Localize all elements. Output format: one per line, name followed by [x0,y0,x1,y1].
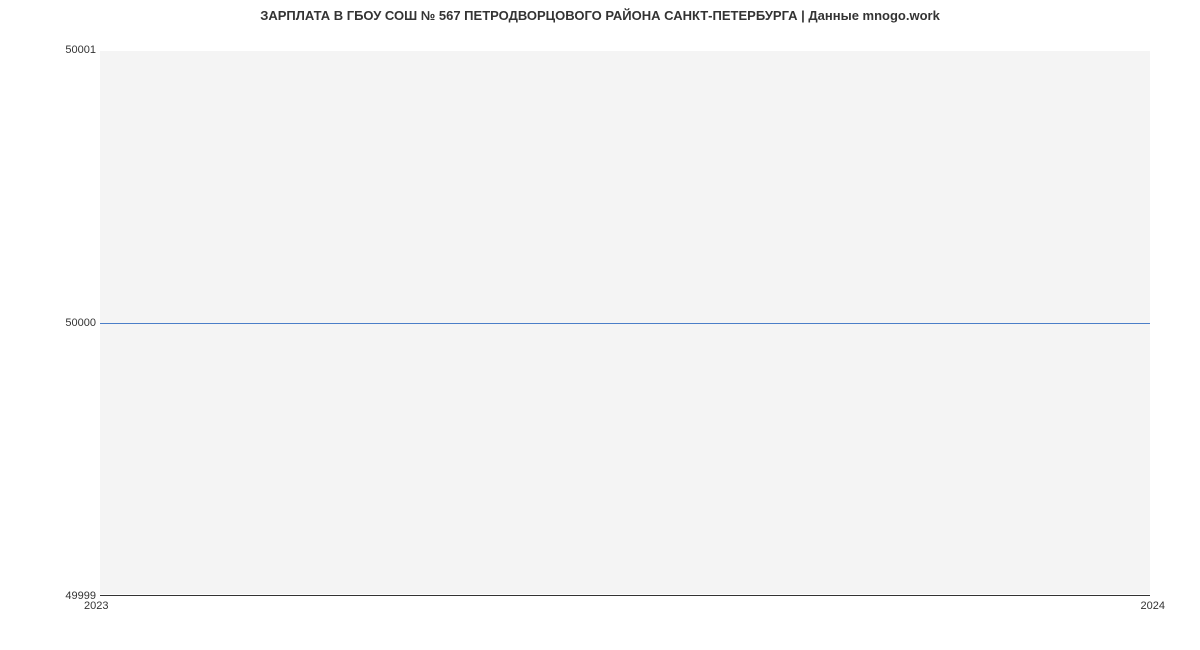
y-axis-tick-label: 49999 [6,591,96,602]
grid-line [100,594,1150,595]
plot-area [100,50,1150,596]
y-axis-tick-label: 50001 [6,45,96,56]
x-axis-tick-label: 2023 [84,600,108,612]
chart-container: ЗАРПЛАТА В ГБОУ СОШ № 567 ПЕТРОДВОРЦОВОГ… [0,0,1200,650]
data-series-line [100,323,1150,324]
chart-title: ЗАРПЛАТА В ГБОУ СОШ № 567 ПЕТРОДВОРЦОВОГ… [0,8,1200,23]
grid-line [100,50,1150,51]
y-axis-tick-label: 50000 [6,318,96,329]
x-axis-tick-label: 2024 [1141,600,1165,612]
